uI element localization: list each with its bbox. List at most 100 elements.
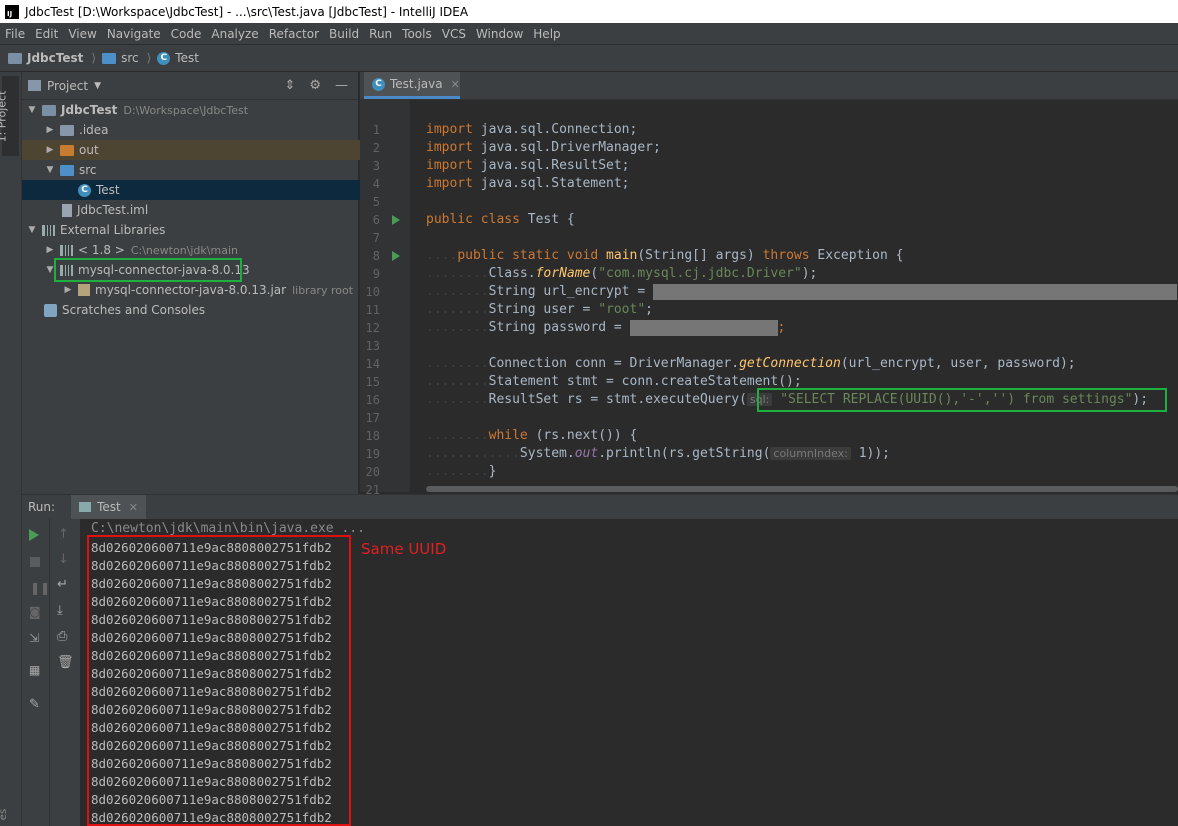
tree-item-test[interactable]: C Test (22, 180, 414, 200)
code-text: java.sql.Statement; (480, 176, 630, 191)
breadcrumb-src[interactable]: src (102, 51, 139, 65)
menu-navigate[interactable]: Navigate (102, 27, 166, 41)
tree-item-label: Scratches and Consoles (62, 303, 206, 317)
collapse-all-icon[interactable]: ⇕ (284, 78, 295, 93)
code-line-1: import java.sql.Connection; (426, 121, 637, 139)
method-name: getConnection (739, 356, 841, 371)
expanded-arrow-icon[interactable]: ▼ (44, 165, 56, 175)
menu-file[interactable]: File (0, 27, 30, 41)
tree-item-label: < 1.8 > (78, 243, 125, 257)
close-icon[interactable]: ✕ (451, 78, 460, 91)
code-line-4: import java.sql.Statement; (426, 175, 630, 193)
pause-icon[interactable]: ❚❚ (30, 581, 50, 595)
run-class-icon[interactable] (392, 215, 400, 225)
left-strip-bottom-label: es (0, 808, 10, 821)
stop-icon[interactable] (30, 557, 40, 567)
line-number: 16 (365, 393, 380, 407)
layout-icon[interactable]: ▦ (29, 663, 43, 677)
menu-view[interactable]: View (63, 27, 101, 41)
menu-window[interactable]: Window (471, 27, 528, 41)
tree-item-external-libraries[interactable]: ▼ External Libraries (22, 220, 362, 240)
tree-item-jdk[interactable]: ▶ < 1.8 > C:\newton\jdk\main (22, 240, 380, 260)
keyword: static (512, 248, 560, 263)
menu-tools[interactable]: Tools (397, 27, 437, 41)
tree-item-jdbctest[interactable]: ▼ JdbcTest D:\Workspace\JdbcTest (22, 100, 362, 120)
breadcrumb-project[interactable]: JdbcTest (8, 51, 83, 65)
menu-vcs[interactable]: VCS (437, 27, 471, 41)
redacted-block (629, 319, 778, 336)
code-editor[interactable]: import java.sql.Connection; import java.… (410, 100, 1178, 492)
tree-item-idea[interactable]: ▶ .idea (22, 120, 380, 140)
collapsed-arrow-icon[interactable]: ▶ (44, 125, 56, 135)
login-icon[interactable]: ⇲ (29, 631, 43, 645)
tree-item-path: D:\Workspace\JdbcTest (123, 103, 249, 117)
pin-icon[interactable]: ✎ (29, 697, 43, 712)
collapsed-arrow-icon[interactable]: ▶ (44, 245, 56, 255)
method-name: main (606, 248, 638, 263)
tree-item-out[interactable]: ▶ out (22, 140, 380, 160)
line-number: 12 (365, 321, 380, 335)
java-class-icon: C (78, 183, 91, 197)
arrow-up-icon[interactable]: ↑ (58, 527, 72, 542)
intellij-logo-icon: IJ (5, 4, 19, 19)
keyword: import (426, 122, 473, 137)
source-folder-icon (102, 52, 117, 64)
project-tool-tab-label: 1: Project (0, 90, 9, 143)
project-view-icon (28, 80, 41, 91)
tree-item-label: .idea (79, 123, 109, 137)
line-number: 8 (372, 249, 380, 263)
scroll-to-end-icon[interactable]: ⤓ (57, 603, 71, 618)
project-view-selector[interactable]: Project (47, 79, 88, 93)
menu-code[interactable]: Code (166, 27, 207, 41)
highlight-box-sql (757, 388, 1167, 412)
print-icon[interactable]: ⎙ (57, 629, 71, 644)
run-tab-label: Test (97, 500, 121, 514)
breadcrumb-test[interactable]: C Test (157, 51, 199, 65)
line-number: 15 (365, 375, 380, 389)
collapsed-arrow-icon[interactable]: ▶ (62, 285, 74, 295)
tab-test-java[interactable]: C Test.java ✕ (364, 72, 460, 99)
chevron-down-icon[interactable]: ▼ (94, 81, 101, 91)
expanded-arrow-icon[interactable]: ▼ (26, 105, 38, 115)
close-icon[interactable]: ✕ (129, 501, 138, 514)
project-tool-tab[interactable]: 1: Project (0, 76, 19, 156)
code-text: java.sql.DriverManager; (480, 140, 661, 155)
rerun-icon[interactable] (29, 529, 39, 541)
tree-item-iml[interactable]: JdbcTest.iml (22, 200, 398, 220)
collapsed-arrow-icon[interactable]: ▶ (44, 145, 56, 155)
menu-build[interactable]: Build (324, 27, 364, 41)
code-text: )); (866, 446, 891, 461)
breadcrumb-test-label: Test (175, 51, 199, 65)
tree-item-mysql-jar[interactable]: ▶ mysql-connector-java-8.0.13.jar librar… (22, 280, 398, 300)
code-line-2: import java.sql.DriverManager; (426, 139, 661, 157)
horizontal-scrollbar[interactable] (426, 486, 1178, 492)
expanded-arrow-icon[interactable]: ▼ (26, 225, 38, 235)
tree-item-src[interactable]: ▼ src (22, 160, 380, 180)
module-file-icon (62, 203, 72, 217)
menu-refactor[interactable]: Refactor (264, 27, 324, 41)
string-literal: "root" (598, 302, 646, 317)
run-panel-header: Run: Test ✕ (22, 494, 1178, 519)
minimize-icon[interactable]: — (335, 78, 348, 93)
menu-analyze[interactable]: Analyze (206, 27, 263, 41)
scratches-icon (44, 303, 57, 317)
tab-label: Test.java (390, 77, 443, 91)
code-text: Statement stmt = conn.createStatement(); (488, 374, 802, 389)
run-main-icon[interactable] (392, 251, 400, 261)
camera-icon[interactable]: ◙ (29, 605, 43, 619)
trash-icon[interactable]: 🗑 (57, 655, 74, 670)
project-panel-header: Project ▼ ⇕ ⚙ — (22, 72, 358, 100)
menu-help[interactable]: Help (528, 27, 565, 41)
keyword: import (426, 158, 473, 173)
menu-edit[interactable]: Edit (30, 27, 63, 41)
code-line-3: import java.sql.ResultSet; (426, 157, 630, 175)
run-tab-test[interactable]: Test ✕ (71, 495, 146, 519)
breadcrumb-separator-icon: ⟩ (146, 51, 152, 65)
soft-wrap-icon[interactable]: ↵ (57, 577, 71, 592)
gear-icon[interactable]: ⚙ (309, 78, 321, 93)
tree-item-scratches[interactable]: Scratches and Consoles (22, 300, 380, 320)
arrow-down-icon[interactable]: ↓ (58, 552, 72, 567)
run-panel-label: Run: (28, 500, 56, 514)
menu-run[interactable]: Run (364, 27, 397, 41)
folder-icon (60, 124, 74, 136)
